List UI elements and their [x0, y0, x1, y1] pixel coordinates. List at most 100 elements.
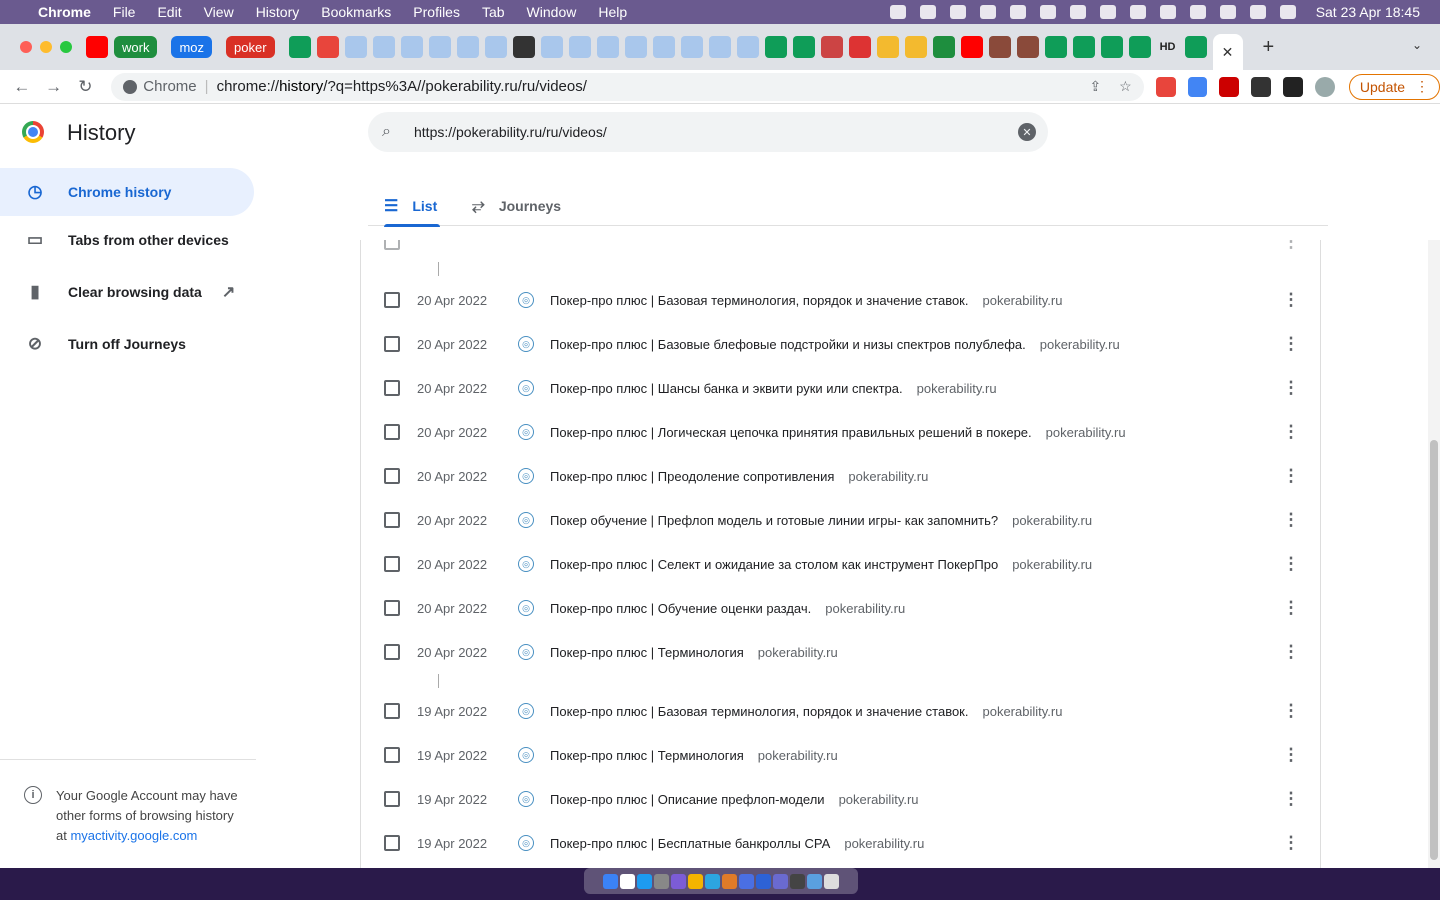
row-link[interactable]: Покер-про плюс | Преодоление сопротивлен…	[550, 469, 928, 484]
tab-favicon-icon[interactable]	[1016, 36, 1039, 58]
calendar-icon[interactable]	[620, 873, 635, 889]
table-row[interactable]: 20 Apr 2022 ◎ Покер-про плюс | Преодолен…	[361, 454, 1320, 498]
globe-tab-icon[interactable]	[736, 36, 759, 58]
more-actions-icon[interactable]: ⋮	[1281, 510, 1301, 530]
viber-icon[interactable]	[671, 873, 686, 889]
table-row[interactable]: 19 Apr 2022 ◎ Покер-про плюс | Бесплатны…	[361, 821, 1320, 865]
active-tab-close-icon[interactable]: ✕	[1212, 34, 1243, 70]
row-checkbox[interactable]	[384, 835, 400, 851]
row-checkbox[interactable]	[384, 424, 400, 440]
viber-icon[interactable]	[979, 5, 996, 19]
table-row[interactable]: 20 Apr 2022 ◎ Покер-про плюс | Терминоло…	[361, 630, 1320, 674]
row-link[interactable]: Покер-про плюс | Логическая цепочка прин…	[550, 425, 1126, 440]
globe-tab-icon[interactable]	[652, 36, 675, 58]
menu-tab[interactable]: Tab	[482, 4, 505, 20]
share-icon[interactable]: ⇪	[1089, 78, 1101, 95]
globe-tab-icon[interactable]	[344, 36, 367, 58]
row-checkbox[interactable]	[384, 336, 400, 352]
control-center-icon[interactable]	[1279, 5, 1296, 19]
row-checkbox[interactable]	[384, 468, 400, 484]
table-row[interactable]: 20 Apr 2022 ◎ Покер-про плюс | Обучение …	[361, 586, 1320, 630]
sheets-tab-icon[interactable]	[1184, 36, 1207, 58]
row-link[interactable]: Покер-про плюс | Терминология pokerabilit…	[550, 645, 838, 660]
table-row[interactable]: 19 Apr 2022 ◎ Покер-про плюс | Терминоло…	[361, 733, 1320, 777]
history-search-box[interactable]: ⌕ https://pokerability.ru/ru/videos/ ✕	[368, 112, 1048, 152]
tab-search-chevron-icon[interactable]: ⌄	[1412, 38, 1422, 52]
globe-tab-icon[interactable]	[540, 36, 563, 58]
zoom-window-button[interactable]	[60, 41, 72, 53]
globe-tab-icon[interactable]	[372, 36, 395, 58]
myactivity-link[interactable]: myactivity.google.com	[70, 828, 197, 843]
tab-favicon-icon[interactable]	[988, 36, 1011, 58]
app-icon[interactable]	[739, 873, 754, 889]
search-input[interactable]: https://pokerability.ru/ru/videos/	[414, 124, 607, 140]
youtube-extension-icon[interactable]	[1219, 76, 1240, 97]
more-actions-icon[interactable]: ⋮	[1281, 422, 1301, 442]
tab-favicon-icon[interactable]	[932, 36, 955, 58]
more-actions-icon[interactable]: ⋮	[1281, 554, 1301, 574]
table-row[interactable]: 20 Apr 2022 ◎ Покер-про плюс | Базовая т…	[361, 278, 1320, 322]
more-actions-icon[interactable]: ⋮	[1281, 378, 1301, 398]
row-checkbox[interactable]	[384, 240, 400, 250]
globe-tab-icon[interactable]	[484, 36, 507, 58]
menubar-clock[interactable]: Sat 23 Apr 18:45	[1316, 4, 1420, 20]
table-row[interactable]: ⋮	[361, 240, 1320, 264]
sheets-tab-icon[interactable]	[792, 36, 815, 58]
more-actions-icon[interactable]: ⋮	[1281, 334, 1301, 354]
sheets-tab-icon[interactable]	[1100, 36, 1123, 58]
globe-tab-icon[interactable]	[456, 36, 479, 58]
hd-tab-icon[interactable]: HD	[1157, 36, 1179, 58]
table-row[interactable]: 20 Apr 2022 ◎ Покер-про плюс | Логическа…	[361, 410, 1320, 454]
row-link[interactable]: Покер-про плюс | Базовые блефовые подстр…	[550, 337, 1120, 352]
tab-group-work[interactable]: work	[114, 36, 158, 58]
bookmark-status-icon[interactable]	[919, 5, 936, 19]
row-link[interactable]: Покер-про плюс | Шансы банка и эквити ру…	[550, 381, 997, 396]
minimize-window-button[interactable]	[40, 41, 52, 53]
row-link[interactable]: Покер-про плюс | Терминология pokerabilit…	[550, 748, 838, 763]
chrome-icon[interactable]	[688, 873, 703, 889]
pocket-extension-icon[interactable]	[1155, 76, 1176, 97]
table-row[interactable]: 20 Apr 2022 ◎ Покер-про плюс | Шансы бан…	[361, 366, 1320, 410]
more-actions-icon[interactable]: ⋮	[1281, 701, 1301, 721]
status-app-icon[interactable]	[1039, 5, 1056, 19]
table-row[interactable]: 20 Apr 2022 ◎ Покер-про плюс | Базовые б…	[361, 322, 1320, 366]
sheets-tab-icon[interactable]	[764, 36, 787, 58]
menu-edit[interactable]: Edit	[157, 4, 181, 20]
binance-tab-icon[interactable]	[876, 36, 899, 58]
status-app-icon[interactable]	[949, 5, 966, 19]
tab-favicon-icon[interactable]	[316, 36, 339, 58]
settings-icon[interactable]	[654, 873, 669, 889]
forward-button[interactable]: →	[38, 77, 70, 97]
sidebar-item-tabs-other-devices[interactable]: ▭ Tabs from other devices	[0, 216, 254, 264]
row-checkbox[interactable]	[384, 703, 400, 719]
finder-icon[interactable]	[603, 873, 618, 889]
sidebar-item-clear-browsing-data[interactable]: ▮ Clear browsing data ↗	[0, 268, 254, 316]
side-panel-icon[interactable]	[1283, 76, 1304, 97]
app-icon[interactable]	[756, 873, 771, 889]
globe-tab-icon[interactable]	[568, 36, 591, 58]
menu-bookmarks[interactable]: Bookmarks	[321, 4, 391, 20]
tab-favicon-icon[interactable]	[820, 36, 843, 58]
row-link[interactable]: Покер-про плюс | Обучение оценки раздач.…	[550, 601, 905, 616]
page-scrollbar[interactable]	[1428, 240, 1440, 868]
row-checkbox[interactable]	[384, 512, 400, 528]
row-checkbox[interactable]	[384, 791, 400, 807]
globe-tab-icon[interactable]	[428, 36, 451, 58]
more-actions-icon[interactable]: ⋮	[1281, 290, 1301, 310]
sheets-tab-icon[interactable]	[288, 36, 311, 58]
app-icon[interactable]	[790, 873, 805, 889]
new-tab-button[interactable]: +	[1263, 36, 1275, 59]
app-store-icon[interactable]	[637, 873, 652, 889]
binance-tab-icon[interactable]	[904, 36, 927, 58]
row-link[interactable]: Покер-про плюс | Бесплатные банкроллы СР…	[550, 836, 924, 851]
more-actions-icon[interactable]: ⋮	[1281, 789, 1301, 809]
more-actions-icon[interactable]: ⋮	[1281, 466, 1301, 486]
scrollbar-thumb[interactable]	[1430, 440, 1438, 860]
table-row[interactable]: 19 Apr 2022 ◎ Покер-про плюс | Описание …	[361, 777, 1320, 821]
globe-tab-icon[interactable]	[400, 36, 423, 58]
sidebar-item-turn-off-journeys[interactable]: ⊘ Turn off Journeys	[0, 320, 254, 368]
table-row[interactable]: 20 Apr 2022 ◎ Покер обучение | Префлоп м…	[361, 498, 1320, 542]
row-link[interactable]: Покер обучение | Префлоп модель и готовы…	[550, 513, 1092, 528]
menu-app-chrome[interactable]: Chrome	[38, 4, 91, 20]
row-link[interactable]: Покер-про плюс | Описание префлоп-модели…	[550, 792, 919, 807]
